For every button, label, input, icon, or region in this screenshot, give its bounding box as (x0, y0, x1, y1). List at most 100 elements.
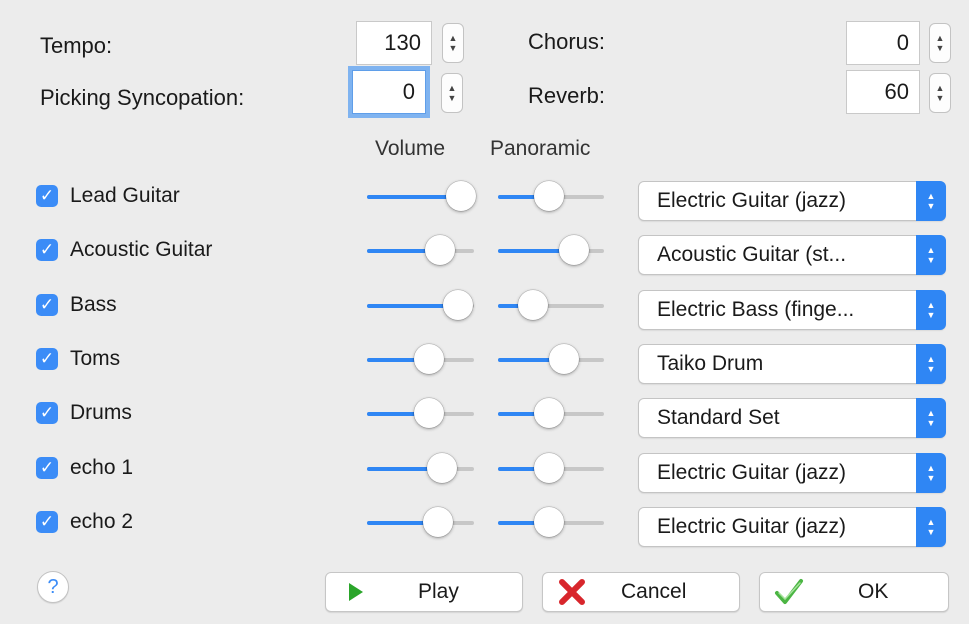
instrument-name: Taiko Drum (657, 351, 764, 375)
volume-slider[interactable] (367, 289, 474, 322)
picking-syncopation-field[interactable]: 0 (352, 70, 426, 114)
tempo-stepper[interactable]: ▲ ▼ (442, 23, 464, 63)
track-row: ✓ Toms Taiko Drum ▲ ▼ (0, 343, 969, 397)
instrument-name: Electric Bass (finge... (657, 297, 855, 321)
panoramic-column-header: Panoramic (490, 137, 591, 160)
track-name: Toms (70, 346, 121, 370)
chorus-field[interactable]: 0 (846, 21, 920, 65)
volume-slider[interactable] (367, 235, 474, 267)
volume-slider[interactable] (367, 181, 477, 213)
ok-button-label: OK (858, 580, 889, 603)
checkmark-icon (774, 573, 804, 611)
panoramic-slider[interactable] (498, 452, 604, 485)
instrument-popup[interactable]: Acoustic Guitar (st... ▲ ▼ (638, 235, 946, 276)
panoramic-slider-knob[interactable] (533, 506, 564, 537)
volume-slider-knob[interactable] (414, 343, 445, 374)
stepper-down-icon: ▼ (448, 43, 458, 53)
instrument-popup[interactable]: Standard Set ▲ ▼ (638, 398, 946, 439)
panoramic-slider[interactable] (498, 289, 604, 322)
cancel-button[interactable]: Cancel (542, 572, 740, 612)
play-icon (348, 573, 364, 611)
volume-slider[interactable] (367, 506, 474, 539)
instrument-popup[interactable]: Taiko Drum ▲ ▼ (638, 343, 946, 384)
reverb-label: Reverb: (528, 83, 606, 108)
help-button[interactable]: ? (37, 571, 69, 603)
play-button[interactable]: Play (325, 572, 523, 612)
stepper-up-icon: ▲ (935, 83, 945, 93)
volume-slider-knob[interactable] (426, 452, 457, 483)
stepper-down-icon: ▼ (935, 43, 945, 53)
panoramic-slider[interactable] (498, 506, 604, 539)
panoramic-slider-knob[interactable] (548, 343, 579, 374)
instrument-popup[interactable]: Electric Guitar (jazz) ▲ ▼ (638, 181, 946, 221)
track-name: echo 1 (70, 455, 134, 479)
panoramic-slider-knob[interactable] (559, 235, 590, 266)
stepper-up-icon: ▲ (447, 83, 457, 93)
track-checkbox[interactable]: ✓ (36, 402, 58, 425)
panoramic-slider[interactable] (498, 181, 604, 213)
cancel-x-icon (557, 573, 587, 611)
volume-slider-knob[interactable] (424, 235, 455, 266)
volume-slider[interactable] (367, 343, 474, 376)
panoramic-slider-knob[interactable] (517, 289, 548, 320)
track-checkbox[interactable]: ✓ (36, 239, 58, 262)
popup-arrows-icon: ▲ ▼ (916, 343, 946, 384)
popup-arrows-icon: ▲ ▼ (916, 398, 946, 439)
track-name: Bass (70, 292, 117, 316)
track-row: ✓ Bass Electric Bass (finge... ▲ ▼ (0, 289, 969, 343)
instrument-name: Acoustic Guitar (st... (657, 243, 847, 267)
stepper-down-icon: ▼ (447, 93, 457, 103)
panoramic-slider-knob[interactable] (533, 181, 564, 211)
track-row: ✓ Lead Guitar Electric Guitar (jazz) ▲ ▼ (0, 181, 969, 234)
picking-syncopation-label: Picking Syncopation: (40, 85, 245, 110)
instrument-name: Electric Guitar (jazz) (657, 514, 847, 538)
panoramic-slider[interactable] (498, 235, 604, 267)
instrument-name: Electric Guitar (jazz) (657, 189, 847, 212)
stepper-down-icon: ▼ (935, 93, 945, 103)
track-checkbox[interactable]: ✓ (36, 347, 58, 370)
track-name: Lead Guitar (70, 184, 180, 207)
chorus-stepper[interactable]: ▲ ▼ (929, 23, 951, 63)
cancel-button-label: Cancel (621, 580, 687, 603)
volume-slider-knob[interactable] (442, 289, 473, 320)
track-checkbox[interactable]: ✓ (36, 293, 58, 316)
popup-arrows-icon: ▲ ▼ (916, 289, 946, 330)
track-row: ✓ echo 1 Electric Guitar (jazz) ▲ ▼ (0, 452, 969, 506)
popup-arrows-icon: ▲ ▼ (916, 452, 946, 493)
panoramic-slider-knob[interactable] (533, 398, 564, 429)
volume-slider[interactable] (367, 452, 474, 485)
instrument-popup[interactable]: Electric Guitar (jazz) ▲ ▼ (638, 452, 946, 493)
track-name: Acoustic Guitar (70, 238, 213, 262)
panoramic-slider-knob[interactable] (533, 452, 564, 483)
track-checkbox[interactable]: ✓ (36, 185, 58, 207)
track-checkbox[interactable]: ✓ (36, 510, 58, 533)
picking-syncopation-stepper[interactable]: ▲ ▼ (441, 73, 463, 113)
panoramic-slider[interactable] (498, 398, 604, 430)
play-button-label: Play (418, 580, 459, 603)
volume-slider-knob[interactable] (422, 506, 453, 537)
popup-arrows-icon: ▲ ▼ (916, 235, 946, 276)
volume-slider-knob[interactable] (446, 181, 477, 211)
popup-arrows-icon: ▲ ▼ (916, 506, 946, 547)
stepper-up-icon: ▲ (935, 33, 945, 43)
track-name: echo 2 (70, 509, 134, 533)
instrument-name: Standard Set (657, 406, 780, 430)
reverb-stepper[interactable]: ▲ ▼ (929, 73, 951, 113)
tempo-field[interactable]: 130 (356, 21, 432, 65)
instrument-name: Electric Guitar (jazz) (657, 460, 847, 484)
volume-slider-knob[interactable] (414, 398, 445, 429)
tempo-label: Tempo: (40, 33, 113, 58)
volume-column-header: Volume (375, 137, 446, 160)
volume-slider[interactable] (367, 398, 474, 430)
reverb-field[interactable]: 60 (846, 70, 920, 114)
track-row: ✓ Drums Standard Set ▲ ▼ (0, 398, 969, 451)
ok-button[interactable]: OK (759, 572, 949, 612)
stepper-up-icon: ▲ (448, 33, 458, 43)
popup-arrows-icon: ▲ ▼ (916, 181, 946, 221)
panoramic-slider[interactable] (498, 343, 604, 376)
instrument-popup[interactable]: Electric Bass (finge... ▲ ▼ (638, 289, 946, 330)
track-checkbox[interactable]: ✓ (36, 456, 58, 479)
track-row: ✓ echo 2 Electric Guitar (jazz) ▲ ▼ (0, 506, 969, 560)
track-row: ✓ Acoustic Guitar Acoustic Guitar (st... ▲ ▼ (0, 235, 969, 288)
instrument-popup[interactable]: Electric Guitar (jazz) ▲ ▼ (638, 506, 946, 547)
